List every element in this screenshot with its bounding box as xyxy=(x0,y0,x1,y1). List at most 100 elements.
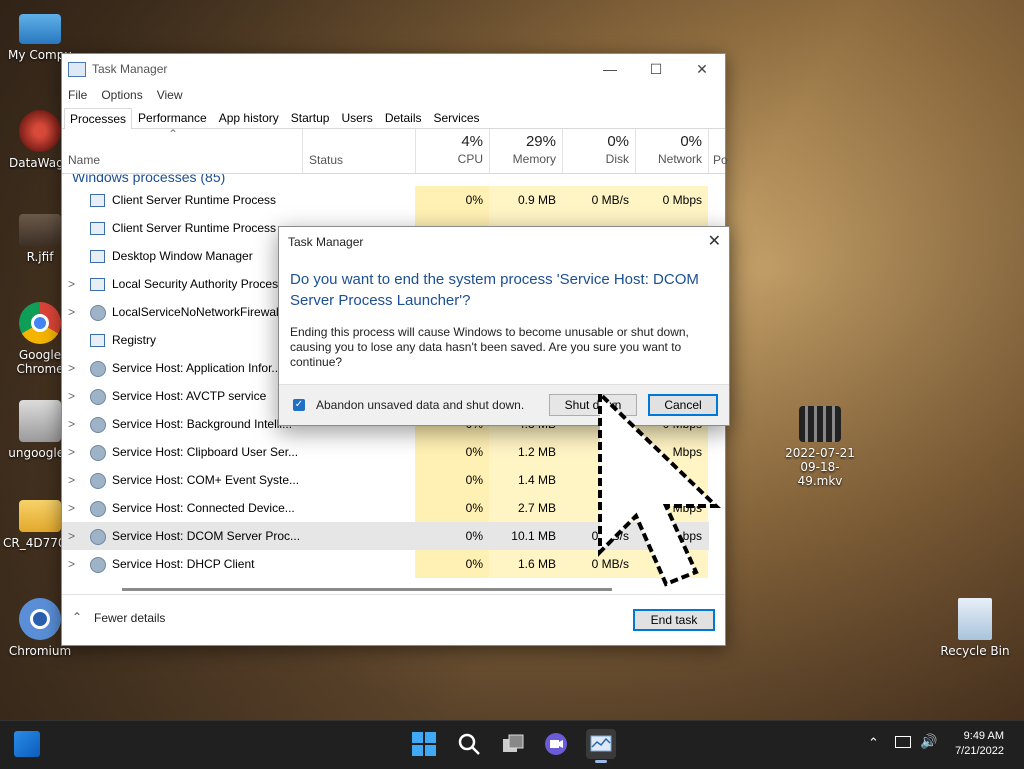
expand-chevron-icon[interactable]: > xyxy=(68,522,75,550)
process-name: Service Host: AVCTP service xyxy=(112,389,267,403)
gear-icon xyxy=(90,305,106,321)
chevron-up-icon[interactable]: ⌃ xyxy=(72,610,82,624)
tab-performance[interactable]: Performance xyxy=(132,107,213,128)
process-cpu-cell: 0% xyxy=(415,494,489,522)
tab-startup[interactable]: Startup xyxy=(285,107,336,128)
gear-icon xyxy=(90,557,106,573)
process-cpu-cell: 0% xyxy=(415,438,489,466)
expand-chevron-icon[interactable]: > xyxy=(68,438,75,466)
fewer-details-link[interactable]: Fewer details xyxy=(94,611,165,625)
expand-chevron-icon[interactable]: > xyxy=(68,270,75,298)
process-row[interactable]: Client Server Runtime Process 0% 0.9 MB 0 M… xyxy=(62,186,709,214)
close-button[interactable]: ✕ xyxy=(679,54,725,84)
gear-icon xyxy=(90,473,106,489)
group-header[interactable]: Windows processes (85) xyxy=(72,174,225,186)
chevron-up-icon[interactable]: ⌃ xyxy=(868,736,879,751)
abandon-checkbox[interactable]: ✓ xyxy=(293,399,305,411)
network-icon[interactable] xyxy=(895,736,911,748)
process-mem-cell: 1.4 MB xyxy=(489,466,562,494)
folder-icon xyxy=(19,500,61,532)
process-mem-cell: 2.7 MB xyxy=(489,494,562,522)
process-name: LocalServiceNoNetworkFirewall xyxy=(112,305,282,319)
maximize-button[interactable]: ☐ xyxy=(633,54,679,84)
window-icon xyxy=(90,334,105,347)
dialog-close-icon[interactable]: ✕ xyxy=(708,231,721,251)
tab-services[interactable]: Services xyxy=(428,107,486,128)
expand-chevron-icon[interactable]: > xyxy=(68,494,75,522)
windows-logo-icon xyxy=(412,732,436,756)
process-cpu-cell: 0% xyxy=(465,529,483,543)
abandon-checkbox-label[interactable]: Abandon unsaved data and shut down. xyxy=(316,398,524,412)
process-name: Client Server Runtime Process xyxy=(112,193,277,207)
mouse-pointer-icon xyxy=(598,392,721,587)
desktop-icon-recycle-bin[interactable]: Recycle Bin xyxy=(935,598,1015,658)
process-name: Service Host: Clipboard User Ser... xyxy=(112,445,299,459)
minimize-button[interactable]: — xyxy=(587,54,633,84)
widgets-icon[interactable] xyxy=(14,731,40,757)
gear-icon xyxy=(90,361,106,377)
expand-chevron-icon[interactable]: > xyxy=(68,354,75,382)
task-manager-icon xyxy=(590,735,612,752)
gear-icon xyxy=(90,529,106,545)
column-memory[interactable]: 29% Memory xyxy=(489,129,562,173)
desktop-icon-label: Recycle Bin xyxy=(940,644,1010,658)
start-button[interactable] xyxy=(411,731,439,759)
process-name: Service Host: DCOM Server Proc... xyxy=(112,529,301,543)
cpu-total: 4% xyxy=(461,133,483,150)
expand-chevron-icon[interactable]: > xyxy=(68,298,75,326)
horizontal-scrollbar[interactable] xyxy=(122,588,612,591)
search-button[interactable] xyxy=(456,731,484,759)
column-status[interactable]: Status xyxy=(302,129,343,173)
process-name: Desktop Window Manager xyxy=(112,249,253,263)
monitor-icon xyxy=(19,14,61,44)
window-icon xyxy=(90,278,105,291)
tab-processes[interactable]: Processes xyxy=(64,108,133,129)
dialog-question: Do you want to end the system process 'S… xyxy=(290,271,699,309)
gear-icon xyxy=(90,501,106,517)
expand-chevron-icon[interactable]: > xyxy=(68,410,75,438)
desktop-icon-label: 2022-07-21 09-18-49.mkv xyxy=(785,446,855,488)
task-view-icon xyxy=(503,734,524,752)
expand-chevron-icon[interactable]: > xyxy=(68,466,75,494)
column-network[interactable]: 0% Network xyxy=(635,129,708,173)
task-manager-taskbar-button[interactable] xyxy=(586,729,616,763)
menu-view[interactable]: View xyxy=(157,88,183,102)
image-file-icon xyxy=(19,214,61,246)
process-net-cell: 0 Mbps xyxy=(635,186,708,214)
tab-details[interactable]: Details xyxy=(379,107,428,128)
process-name: Service Host: DHCP Client xyxy=(112,557,255,571)
column-name[interactable]: Name xyxy=(68,153,100,167)
clock[interactable]: 9:49 AM 7/21/2022 xyxy=(955,729,1004,759)
task-view-button[interactable] xyxy=(500,731,528,759)
expand-chevron-icon[interactable]: > xyxy=(68,550,75,578)
gear-icon xyxy=(90,389,106,405)
window-title: Task Manager xyxy=(92,62,168,76)
tab-app-history[interactable]: App history xyxy=(213,107,285,128)
window-icon xyxy=(90,222,105,235)
process-name: Service Host: COM+ Event Syste... xyxy=(112,473,300,487)
menu-options[interactable]: Options xyxy=(101,88,142,102)
process-cpu-cell: 0% xyxy=(415,186,489,214)
menu-file[interactable]: File xyxy=(68,88,87,102)
column-disk[interactable]: 0% Disk xyxy=(562,129,635,173)
column-cpu[interactable]: 4% CPU xyxy=(415,129,489,173)
end-task-button[interactable]: End task xyxy=(633,609,715,631)
process-mem-cell: 1.6 MB xyxy=(489,550,562,578)
window-icon xyxy=(90,250,105,263)
chromium-icon xyxy=(19,598,61,640)
desktop-icon-mkv[interactable]: 2022-07-21 09-18-49.mkv xyxy=(780,406,860,488)
volume-icon[interactable]: 🔊 xyxy=(920,734,937,750)
process-name: Service Host: Connected Device... xyxy=(112,501,295,515)
process-cpu-cell: 0% xyxy=(415,466,489,494)
process-disk-cell: 0 MB/s xyxy=(562,186,635,214)
gear-icon xyxy=(90,417,106,433)
tab-users[interactable]: Users xyxy=(335,107,378,128)
column-header: ⌃ Name Status 4% CPU 29% Memory 0% Disk … xyxy=(62,127,728,174)
sort-up-icon: ⌃ xyxy=(168,127,179,141)
active-indicator xyxy=(595,760,607,763)
chat-button[interactable] xyxy=(543,731,571,759)
expand-chevron-icon[interactable]: > xyxy=(68,382,75,410)
menu-bar: File Options View xyxy=(62,84,725,106)
recycle-bin-icon xyxy=(958,598,992,640)
column-power[interactable]: Po xyxy=(708,129,728,173)
